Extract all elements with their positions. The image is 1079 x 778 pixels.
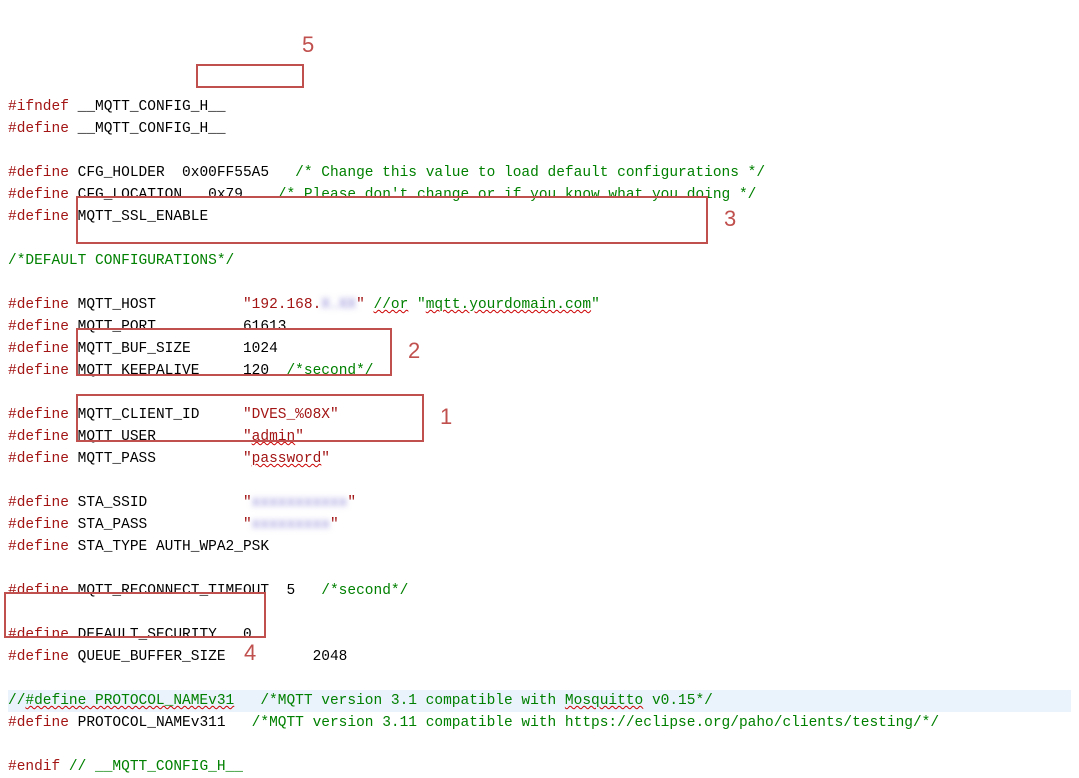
- annotation-5: 5: [302, 34, 314, 56]
- cfg-holder-name: CFG_HOLDER: [78, 165, 165, 181]
- code-line: #define QUEUE_BUFFER_SIZE 2048: [8, 649, 347, 665]
- code-line: /*DEFAULT CONFIGURATIONS*/: [8, 253, 234, 269]
- code-line: #define MQTT_PORT 61613: [8, 319, 286, 335]
- def-sec-name: DEFAULT_SECURITY: [78, 627, 217, 643]
- keyword-define: #define: [8, 517, 69, 533]
- reconnect-value: 5: [286, 583, 295, 599]
- code-line: #define DEFAULT_SECURITY 0: [8, 627, 252, 643]
- keepalive-value: 120: [243, 363, 269, 379]
- comment: //or "mqtt.yourdomain.com": [374, 297, 600, 313]
- squiggle: //or: [374, 297, 409, 313]
- comment: /*second*/: [321, 583, 408, 599]
- comment: //#define PROTOCOL_NAMEv31 /*MQTT versio…: [8, 693, 713, 709]
- keyword-endif: #endif: [8, 759, 60, 775]
- keyword-define: #define: [8, 165, 69, 181]
- squiggle: password: [252, 451, 322, 467]
- comment: /* Change this value to load default con…: [295, 165, 765, 181]
- squiggle: #define PROTOCOL_NAMEv31: [25, 693, 234, 709]
- keepalive-name: MQTT_KEEPALIVE: [78, 363, 200, 379]
- code-line: #define MQTT_BUF_SIZE 1024: [8, 341, 278, 357]
- keyword-define: #define: [8, 539, 69, 555]
- cfg-location-name: CFG_LOCATION: [78, 187, 182, 203]
- client-id-value: "DVES_%08X": [243, 407, 339, 423]
- code-line: #define PROTOCOL_NAMEv311 /*MQTT version…: [8, 715, 939, 731]
- sta-ssid-value: "xxxxxxxxxxx": [243, 495, 356, 511]
- squiggle: mqtt.yourdomain.com: [426, 297, 591, 313]
- keyword-define: #define: [8, 363, 69, 379]
- code-line: #define MQTT_SSL_ENABLE: [8, 209, 208, 225]
- keyword-define: #define: [8, 187, 69, 203]
- code-line: #define CFG_LOCATION 0x79 /* Please don'…: [8, 187, 756, 203]
- code-line-highlight: //#define PROTOCOL_NAMEv31 /*MQTT versio…: [8, 690, 1071, 712]
- sta-pass-value: "xxxxxxxxx": [243, 517, 339, 533]
- comment: /*MQTT version 3.1 compatible with Mosqu…: [260, 693, 713, 709]
- comment: /*DEFAULT CONFIGURATIONS*/: [8, 253, 234, 269]
- keyword-define: #define: [8, 341, 69, 357]
- guard-name: __MQTT_CONFIG_H__: [78, 121, 226, 137]
- annotation-2: 2: [408, 340, 420, 362]
- keyword-define: #define: [8, 297, 69, 313]
- comment: /*MQTT version 3.11 compatible with http…: [252, 715, 939, 731]
- cfg-location-value: 0x79: [208, 187, 243, 203]
- code-line: #define MQTT_HOST "192.168.X.XX" //or "m…: [8, 297, 600, 313]
- keyword-define: #define: [8, 407, 69, 423]
- comment-marker: //: [8, 693, 25, 709]
- cfg-holder-value: 0x00FF55A5: [182, 165, 269, 181]
- mqtt-pass-value: "password": [243, 451, 330, 467]
- code-line: #define MQTT_RECONNECT_TIMEOUT 5 /*secon…: [8, 583, 408, 599]
- qbs-value: 2048: [313, 649, 348, 665]
- code-line: #define MQTT_PASS "password": [8, 451, 330, 467]
- keyword-define: #define: [8, 319, 69, 335]
- keyword-define: #define: [8, 715, 69, 731]
- reconnect-name: MQTT_RECONNECT_TIMEOUT: [78, 583, 269, 599]
- keyword-define: #define: [8, 627, 69, 643]
- keyword-define: #define: [8, 583, 69, 599]
- squiggle: Mosquitto: [565, 693, 643, 709]
- keyword-define: #define: [8, 451, 69, 467]
- guard-name: __MQTT_CONFIG_H__: [78, 99, 226, 115]
- buf-value: 1024: [243, 341, 278, 357]
- port-value: 61613: [243, 319, 287, 335]
- sta-pass-name: STA_PASS: [78, 517, 148, 533]
- sta-type: STA_TYPE AUTH_WPA2_PSK: [78, 539, 269, 555]
- code-line: #define STA_PASS "xxxxxxxxx": [8, 517, 339, 533]
- code-line: #define STA_TYPE AUTH_WPA2_PSK: [8, 539, 269, 555]
- protocol-311: PROTOCOL_NAMEv311: [78, 715, 226, 731]
- code-line: #define CFG_HOLDER 0x00FF55A5 /* Change …: [8, 165, 765, 181]
- code-line: #endif // __MQTT_CONFIG_H__: [8, 759, 243, 775]
- code-line: #ifndef __MQTT_CONFIG_H__: [8, 99, 226, 115]
- comment: /*second*/: [286, 363, 373, 379]
- annotation-4: 4: [244, 642, 256, 664]
- comment: /* Please don't change or if you know wh…: [278, 187, 757, 203]
- annotation-box-5: [196, 64, 304, 88]
- code-line: #define MQTT_USER "admin": [8, 429, 304, 445]
- buf-name: MQTT_BUF_SIZE: [78, 341, 191, 357]
- mqtt-user-name: MQTT_USER: [78, 429, 156, 445]
- comment: // __MQTT_CONFIG_H__: [69, 759, 243, 775]
- port-name: MQTT_PORT: [78, 319, 156, 335]
- keyword-define: #define: [8, 429, 69, 445]
- squiggle: admin: [252, 429, 296, 445]
- annotation-1: 1: [440, 406, 452, 428]
- sta-ssid-name: STA_SSID: [78, 495, 148, 511]
- keyword-ifndef: #ifndef: [8, 99, 69, 115]
- qbs-name: QUEUE_BUFFER_SIZE: [78, 649, 226, 665]
- host-value: "192.168.X.XX": [243, 297, 365, 313]
- ssl-enable: MQTT_SSL_ENABLE: [78, 209, 209, 225]
- code-line: #define MQTT_KEEPALIVE 120 /*second*/: [8, 363, 374, 379]
- mqtt-user-value: "admin": [243, 429, 304, 445]
- keyword-define: #define: [8, 649, 69, 665]
- keyword-define: #define: [8, 209, 69, 225]
- host-name: MQTT_HOST: [78, 297, 156, 313]
- client-id-name: MQTT_CLIENT_ID: [78, 407, 200, 423]
- code-line: #define STA_SSID "xxxxxxxxxxx": [8, 495, 356, 511]
- code-line: #define MQTT_CLIENT_ID "DVES_%08X": [8, 407, 339, 423]
- code-line: #define __MQTT_CONFIG_H__: [8, 121, 226, 137]
- mqtt-pass-name: MQTT_PASS: [78, 451, 156, 467]
- annotation-3: 3: [724, 208, 736, 230]
- keyword-define: #define: [8, 121, 69, 137]
- keyword-define: #define: [8, 495, 69, 511]
